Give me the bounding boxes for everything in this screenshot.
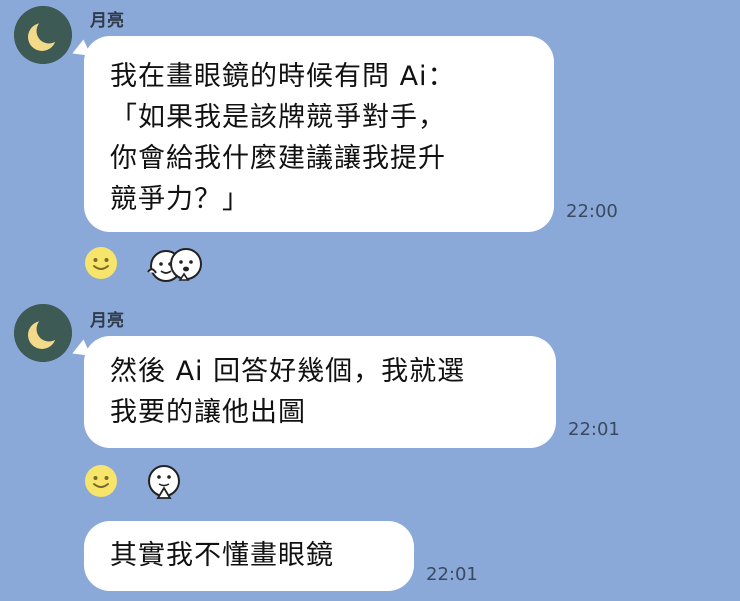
message-bubble[interactable]: 然後 Ai 回答好幾個，我就選 我要的讓他出圖 bbox=[84, 336, 556, 448]
two-characters-sticker-icon[interactable] bbox=[144, 246, 208, 284]
message-text: 然後 Ai 回答好幾個，我就選 bbox=[110, 356, 466, 387]
sender-name: 月亮 bbox=[90, 11, 124, 31]
message-text: 我在畫眼鏡的時候有問 Ai： bbox=[110, 61, 456, 92]
smiley-face-icon[interactable] bbox=[84, 246, 118, 280]
message-timestamp: 22:01 bbox=[426, 564, 478, 585]
message-bubble[interactable]: 其實我不懂畫眼鏡 bbox=[84, 521, 414, 591]
message-text: 「如果我是該牌競爭對手， bbox=[110, 102, 446, 133]
avatar[interactable] bbox=[14, 6, 72, 64]
message-timestamp: 22:01 bbox=[568, 419, 620, 440]
sender-name: 月亮 bbox=[90, 311, 124, 331]
message-text: 其實我不懂畫眼鏡 bbox=[110, 540, 334, 571]
hands-clasped-character-sticker-icon[interactable] bbox=[146, 462, 182, 502]
message-text: 競爭力？」 bbox=[110, 184, 250, 215]
smiley-face-icon[interactable] bbox=[84, 464, 118, 498]
message-text: 你會給我什麼建議讓我提升 bbox=[110, 143, 446, 174]
crescent-moon-icon bbox=[14, 6, 72, 64]
message-timestamp: 22:00 bbox=[566, 201, 618, 222]
avatar[interactable] bbox=[14, 304, 72, 362]
message-text: 我要的讓他出圖 bbox=[110, 397, 306, 428]
message-bubble[interactable]: 我在畫眼鏡的時候有問 Ai： 「如果我是該牌競爭對手， 你會給我什麼建議讓我提升… bbox=[84, 36, 554, 232]
crescent-moon-icon bbox=[14, 304, 72, 362]
